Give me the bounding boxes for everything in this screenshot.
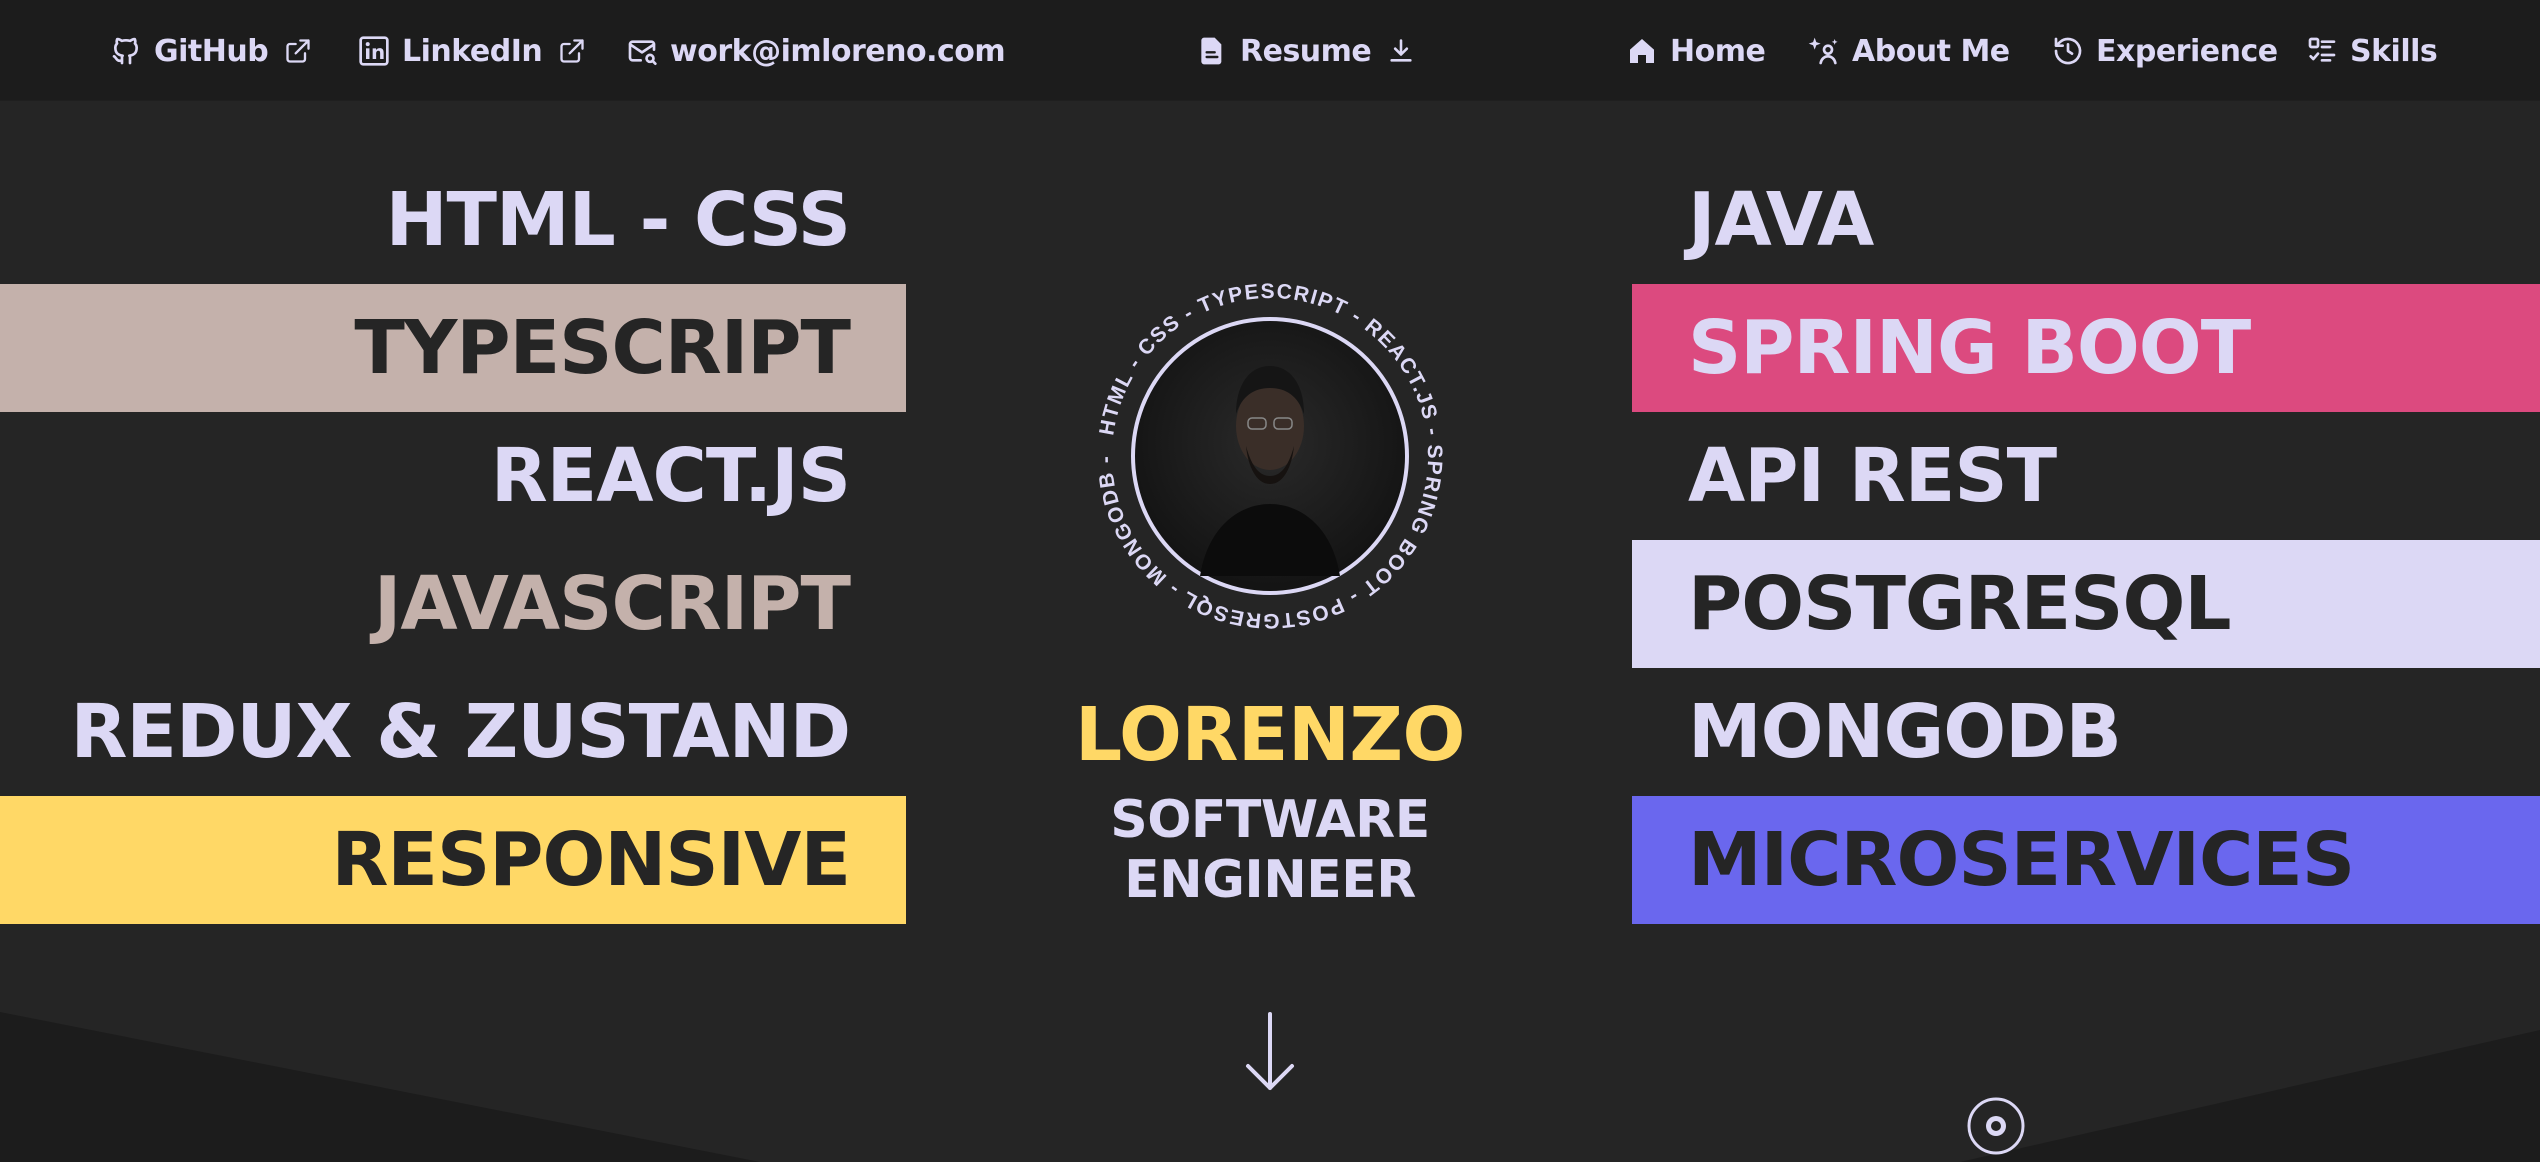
skill-label: REDUX & ZUSTAND: [70, 689, 851, 775]
home-icon: [1630, 39, 1654, 63]
email-label: work@imloreno.com: [670, 33, 1006, 69]
sparkle-user-icon: [1808, 37, 1838, 65]
avatar: [1131, 317, 1409, 595]
github-link[interactable]: GitHub: [110, 28, 312, 74]
scroll-down-arrow-icon[interactable]: [1240, 1010, 1300, 1094]
email-link[interactable]: work@imloreno.com: [626, 28, 1006, 74]
skill-row-redux-zustand: REDUX & ZUSTAND: [0, 668, 906, 796]
nav-skills-label: Skills: [2350, 33, 2438, 69]
linkedin-label: LinkedIn: [402, 33, 543, 69]
nav-skills[interactable]: Skills: [2306, 28, 2438, 74]
external-link-icon: [560, 39, 584, 63]
skill-row-html-css: HTML - CSS: [0, 156, 906, 284]
skill-label: SPRING BOOT: [1688, 305, 2251, 391]
skill-label: API REST: [1688, 433, 2057, 519]
nav-experience-label: Experience: [2096, 33, 2278, 69]
mail-search-icon: [628, 40, 657, 65]
github-icon: [112, 37, 138, 65]
nav-about-me-label: About Me: [1852, 33, 2010, 69]
skill-label: TYPESCRIPT: [354, 305, 851, 391]
profile-badge: HTML - CSS - TYPESCRIPT - REACT.JS - SPR…: [1094, 280, 1445, 632]
skill-row-javascript: JAVASCRIPT: [0, 540, 906, 668]
nav-experience[interactable]: Experience: [2052, 28, 2278, 74]
external-link-icon: [286, 39, 310, 63]
skill-label: MICROSERVICES: [1688, 817, 2355, 903]
skill-row-responsive: RESPONSIVE: [0, 796, 906, 924]
cursor-target-icon[interactable]: [1966, 1096, 2026, 1156]
document-icon: [1201, 37, 1222, 65]
resume-download-link[interactable]: Resume: [1196, 28, 1415, 74]
checklist-icon: [2308, 37, 2336, 62]
history-icon: [2054, 37, 2082, 65]
github-label: GitHub: [154, 33, 269, 69]
hero-name: LORENZO: [1075, 692, 1465, 778]
skill-row-mongodb: MONGODB: [1632, 668, 2540, 796]
skill-label: REACT.JS: [490, 433, 851, 519]
top-navigation: GitHub LinkedIn work@imloreno.com Resume: [0, 0, 2540, 101]
nav-home[interactable]: Home: [1626, 28, 1766, 74]
skill-row-spring-boot: SPRING BOOT: [1632, 284, 2540, 412]
skill-label: JAVASCRIPT: [373, 561, 851, 647]
skill-label: HTML - CSS: [385, 177, 851, 263]
skill-row-api-rest: API REST: [1632, 412, 2540, 540]
skill-label: RESPONSIVE: [331, 817, 851, 903]
skill-label: POSTGRESQL: [1688, 561, 2232, 647]
nav-home-label: Home: [1670, 33, 1766, 69]
skill-label: JAVA: [1688, 177, 1874, 263]
hero-role: SOFTWARE ENGINEER: [1110, 790, 1430, 910]
skill-row-typescript: TYPESCRIPT: [0, 284, 906, 412]
skill-row-microservices: MICROSERVICES: [1632, 796, 2540, 924]
skill-label: MONGODB: [1688, 689, 2122, 775]
linkedin-link[interactable]: LinkedIn: [358, 28, 586, 74]
linkedin-icon: [359, 36, 389, 66]
resume-label: Resume: [1240, 33, 1372, 69]
nav-about-me[interactable]: About Me: [1808, 28, 2010, 74]
skill-row-reactjs: REACT.JS: [0, 412, 906, 540]
download-icon: [1390, 39, 1412, 62]
skill-row-postgresql: POSTGRESQL: [1632, 540, 2540, 668]
skill-row-java: JAVA: [1632, 156, 2540, 284]
